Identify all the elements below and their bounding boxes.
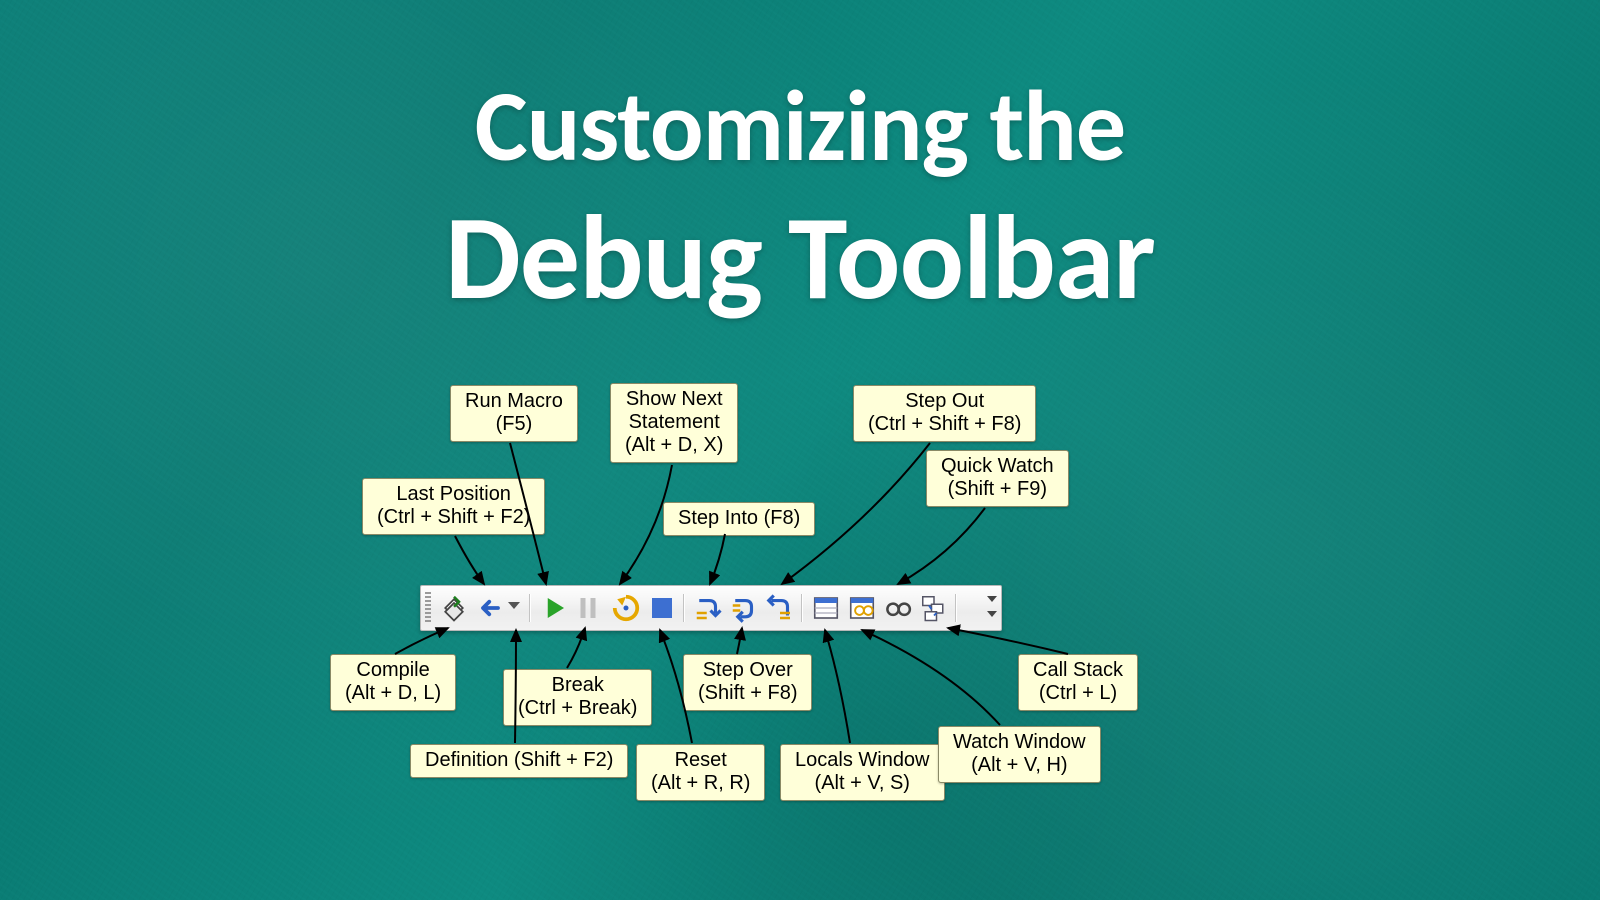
step-into-button[interactable]: [693, 593, 723, 623]
reset-button[interactable]: [647, 593, 677, 623]
last-position-button[interactable]: [473, 593, 503, 623]
callout-compile: Compile (Alt + D, L): [330, 654, 456, 711]
toolbar-separator: [801, 594, 802, 622]
run-macro-icon: [539, 593, 569, 623]
step-over-icon: [729, 593, 759, 623]
callout-run-macro: Run Macro (F5): [450, 385, 578, 442]
watch-window-icon: [847, 593, 877, 623]
toolbar-separator: [955, 594, 956, 622]
toolbar-grip[interactable]: [425, 592, 431, 624]
callout-locals-window: Locals Window (Alt + V, S): [780, 744, 945, 801]
callout-show-next-statement: Show Next Statement (Alt + D, X): [610, 383, 738, 463]
callout-call-stack: Call Stack (Ctrl + L): [1018, 654, 1138, 711]
quick-watch-button[interactable]: [883, 593, 913, 623]
break-button[interactable]: [573, 593, 603, 623]
show-next-statement-button[interactable]: [611, 593, 641, 623]
toolbar-separator: [529, 594, 530, 622]
callout-step-into: Step Into (F8): [663, 502, 815, 536]
locals-window-button[interactable]: [811, 593, 841, 623]
toolbar-separator: [683, 594, 684, 622]
callout-quick-watch: Quick Watch (Shift + F9): [926, 450, 1069, 507]
title-line-1: Customizing the: [0, 65, 1600, 187]
callout-reset: Reset (Alt + R, R): [636, 744, 765, 801]
callout-break: Break (Ctrl + Break): [503, 669, 652, 726]
watch-window-button[interactable]: [847, 593, 877, 623]
call-stack-button[interactable]: [919, 593, 949, 623]
callout-last-position: Last Position (Ctrl + Shift + F2): [362, 478, 545, 535]
break-icon: [573, 593, 603, 623]
compile-icon: [439, 593, 469, 623]
definition-dropdown-icon: [505, 593, 523, 617]
definition-button[interactable]: [505, 593, 523, 623]
call-stack-icon: [919, 593, 949, 623]
step-over-button[interactable]: [729, 593, 759, 623]
callout-step-over: Step Over (Shift + F8): [683, 654, 812, 711]
slide: Customizing the Debug Toolbar Run Macro …: [0, 0, 1600, 900]
step-out-icon: [765, 593, 795, 623]
toolbar-options-dropdown[interactable]: [987, 591, 997, 625]
debug-toolbar: [420, 585, 1002, 631]
reset-icon: [647, 593, 677, 623]
step-into-icon: [693, 593, 723, 623]
callout-definition: Definition (Shift + F2): [410, 744, 628, 778]
callout-step-out: Step Out (Ctrl + Shift + F8): [853, 385, 1036, 442]
show-next-statement-icon: [611, 593, 641, 623]
last-position-icon: [473, 593, 503, 623]
title-line-2: Debug Toolbar: [0, 185, 1600, 331]
locals-window-icon: [811, 593, 841, 623]
step-out-button[interactable]: [765, 593, 795, 623]
run-macro-button[interactable]: [539, 593, 569, 623]
quick-watch-icon: [883, 593, 913, 623]
callout-watch-window: Watch Window (Alt + V, H): [938, 726, 1101, 783]
compile-button[interactable]: [439, 593, 469, 623]
